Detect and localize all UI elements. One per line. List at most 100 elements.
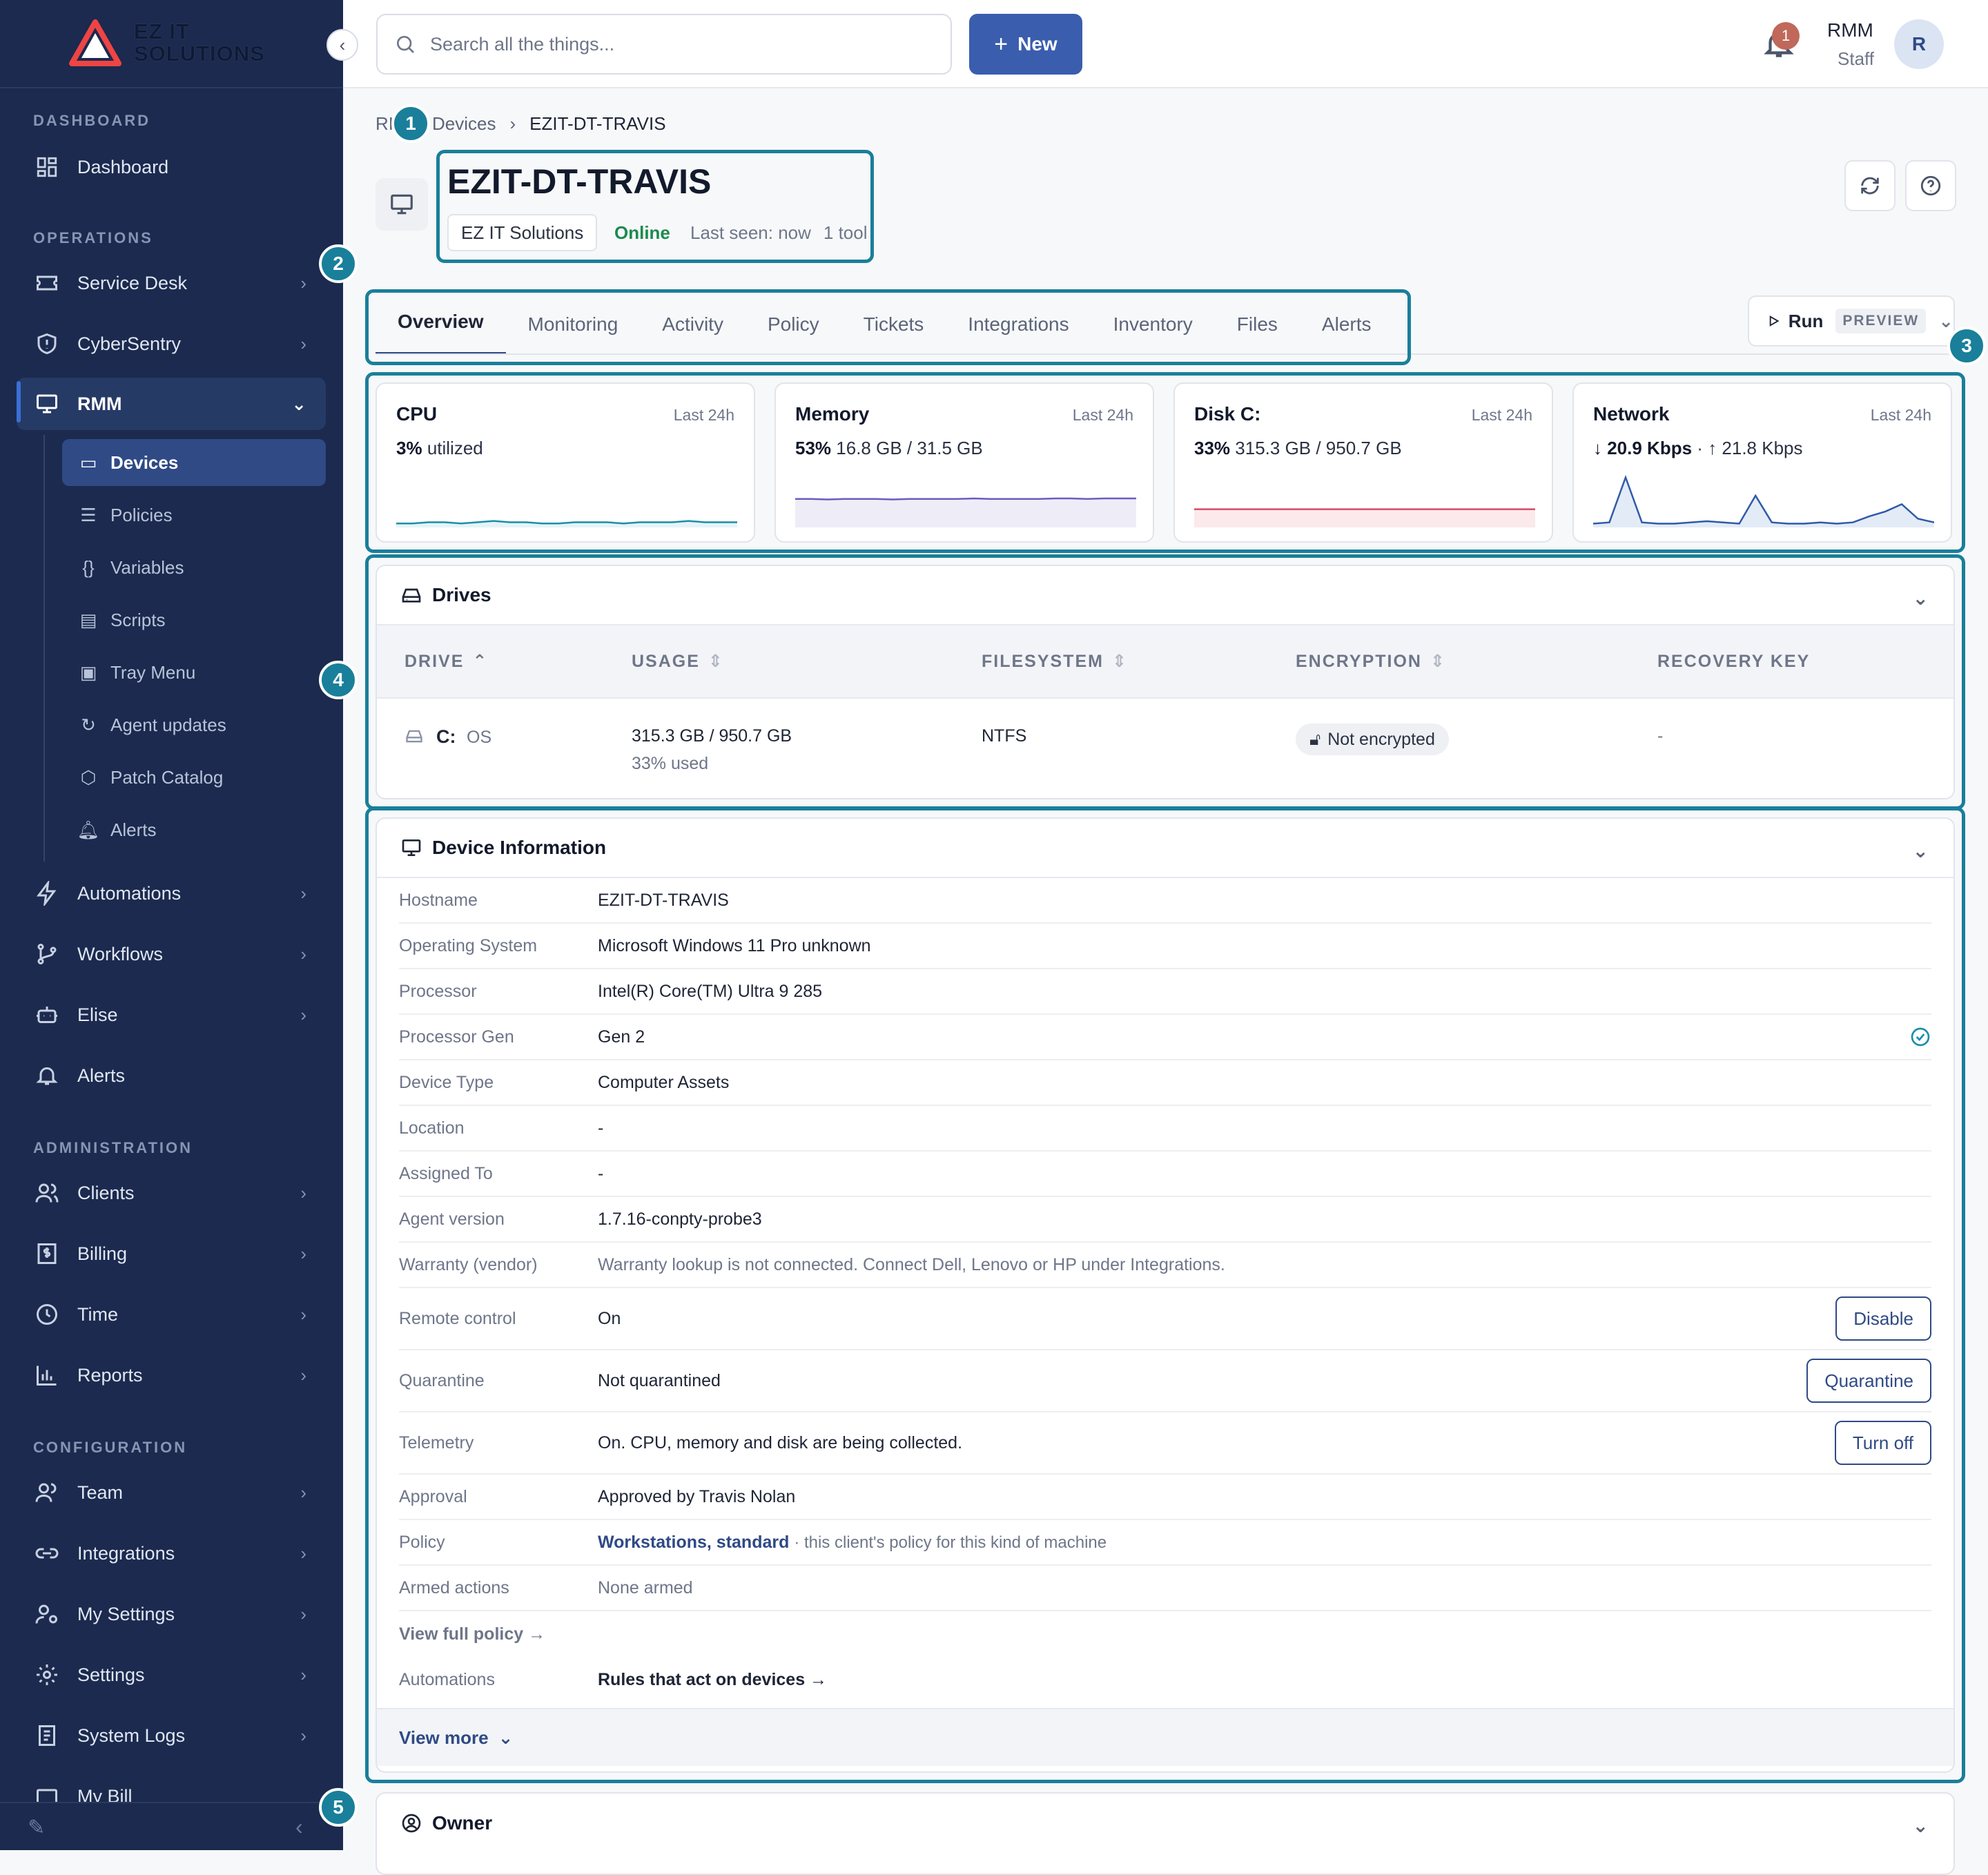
sidebar-item-alerts[interactable]: Alerts bbox=[17, 1049, 326, 1102]
braces-icon: {} bbox=[82, 556, 95, 578]
search-input[interactable] bbox=[430, 33, 927, 55]
scroll-icon bbox=[33, 1722, 61, 1749]
highlight-tabs bbox=[365, 289, 1411, 365]
section-configuration: CONFIGURATION bbox=[33, 1439, 188, 1456]
sidebar-subitem-alerts[interactable]: 🔔︎ Alerts bbox=[62, 806, 326, 853]
monitor-gear-icon bbox=[33, 390, 61, 418]
help-button[interactable] bbox=[1905, 160, 1956, 211]
owner-panel: Owner ⌄ bbox=[376, 1792, 1955, 1875]
chevron-right-icon: › bbox=[300, 1603, 306, 1624]
sidebar-collapse-button[interactable]: ‹ bbox=[327, 29, 358, 61]
sidebar-subitem-devices[interactable]: ▭ Devices bbox=[62, 439, 326, 486]
section-dashboard: DASHBOARD bbox=[33, 112, 150, 129]
chevron-right-icon: › bbox=[300, 1664, 306, 1685]
sidebar-label: System Logs bbox=[77, 1725, 186, 1746]
sidebar-subitem-agent-updates[interactable]: ↻ Agent updates bbox=[62, 701, 326, 748]
sidebar-subitem-tray-menu[interactable]: ▣ Tray Menu bbox=[62, 649, 326, 696]
sidebar-item-team[interactable]: Team › bbox=[17, 1466, 326, 1519]
run-button[interactable]: Run PREVIEW ⌄ bbox=[1748, 295, 1955, 347]
sidebar-subitem-variables[interactable]: {} Variables bbox=[62, 544, 326, 591]
bell-icon: 🔔︎ bbox=[77, 819, 100, 840]
sidebar-label: Time bbox=[77, 1303, 118, 1325]
sidebar-item-service-desk[interactable]: Service Desk › bbox=[17, 257, 326, 309]
sidebar-label: Dashboard bbox=[77, 156, 169, 177]
highlight-drives bbox=[365, 554, 1965, 810]
user-role: Staff bbox=[1838, 48, 1875, 69]
sidebar-subitem-patch-catalog[interactable]: ⬡ Patch Catalog bbox=[62, 754, 326, 801]
sidebar-label: Service Desk bbox=[77, 272, 188, 293]
sidebar-item-workflows[interactable]: Workflows › bbox=[17, 928, 326, 980]
breadcrumb-devices[interactable]: Devices bbox=[432, 113, 496, 135]
sidebar-subitem-scripts[interactable]: ▤ Scripts bbox=[62, 596, 326, 643]
sidebar-item-my-settings[interactable]: My Settings › bbox=[17, 1588, 326, 1640]
chevron-down-icon: ⌄ bbox=[291, 393, 306, 414]
sidebar-item-elise[interactable]: Elise › bbox=[17, 989, 326, 1041]
chevron-right-icon: › bbox=[300, 333, 306, 354]
highlight-header bbox=[436, 150, 874, 263]
brand-logo[interactable]: EZ IT SOLUTIONS bbox=[69, 17, 265, 69]
chevron-right-icon: › bbox=[300, 882, 306, 904]
new-button[interactable]: + New bbox=[969, 14, 1082, 75]
users-icon bbox=[33, 1179, 61, 1207]
sidebar-label: CyberSentry bbox=[77, 333, 182, 354]
preview-badge: PREVIEW bbox=[1835, 309, 1927, 333]
brand-line1: EZ IT bbox=[134, 19, 190, 43]
refresh-button[interactable] bbox=[1844, 160, 1896, 211]
search-icon bbox=[397, 36, 414, 53]
sub-label: Agent updates bbox=[110, 714, 226, 735]
sidebar-item-cybersentry[interactable]: CyberSentry › bbox=[17, 318, 326, 370]
sidebar-item-time[interactable]: Time › bbox=[17, 1288, 326, 1341]
chevron-down-icon[interactable]: ⌄ bbox=[1913, 1814, 1929, 1837]
sidebar-label: Billing bbox=[77, 1243, 128, 1264]
owner-title: Owner bbox=[432, 1812, 493, 1834]
user-name: RMM bbox=[1827, 19, 1873, 41]
avatar[interactable]: R bbox=[1894, 19, 1944, 69]
annotation-marker-5: 5 bbox=[319, 1788, 358, 1827]
sidebar-item-reports[interactable]: Reports › bbox=[17, 1349, 326, 1401]
sidebar-item-billing[interactable]: Billing › bbox=[17, 1227, 326, 1280]
sidebar-item-automations[interactable]: Automations › bbox=[17, 867, 326, 920]
sidebar-item-system-logs[interactable]: System Logs › bbox=[17, 1709, 326, 1762]
breadcrumb-current: EZIT-DT-TRAVIS bbox=[529, 113, 666, 134]
list-check-icon: ☰ bbox=[80, 504, 97, 525]
annotation-marker-1: 1 bbox=[391, 104, 430, 143]
chevron-right-icon: › bbox=[300, 1182, 306, 1203]
brand-line2: SOLUTIONS bbox=[134, 41, 265, 66]
robot-icon bbox=[33, 1001, 61, 1029]
monitor-icon bbox=[391, 194, 413, 215]
sub-label: Tray Menu bbox=[110, 661, 196, 683]
chevron-right-icon: › bbox=[300, 272, 306, 293]
chevron-right-icon: › bbox=[300, 943, 306, 964]
highlight-device-info bbox=[365, 807, 1965, 1783]
sidebar-label: Integrations bbox=[77, 1542, 175, 1564]
user-circle-icon bbox=[400, 1812, 422, 1834]
chevron-down-icon: ⌄ bbox=[1938, 310, 1953, 331]
sidebar-item-rmm[interactable]: RMM ⌄ bbox=[17, 378, 326, 430]
sidebar-label: Team bbox=[77, 1481, 124, 1503]
user-gear-icon bbox=[33, 1600, 61, 1628]
sub-label: Devices bbox=[110, 451, 179, 473]
pencil-icon[interactable]: ✎ bbox=[28, 1816, 45, 1840]
chevron-right-icon: › bbox=[300, 1364, 306, 1386]
sidebar-footer: ✎ ‹ bbox=[0, 1802, 343, 1850]
ticket-icon bbox=[33, 269, 61, 297]
sub-label: Alerts bbox=[110, 819, 157, 840]
sidebar-item-dashboard[interactable]: Dashboard bbox=[17, 141, 326, 193]
sidebar-label: Alerts bbox=[77, 1065, 126, 1086]
sidebar-subitem-policies[interactable]: ☰ Policies bbox=[62, 492, 326, 538]
users-icon bbox=[33, 1479, 61, 1506]
chevron-right-icon: › bbox=[300, 1303, 306, 1325]
chevron-right-icon: › bbox=[300, 1004, 306, 1025]
collapse-chevron-icon[interactable]: ‹ bbox=[295, 1814, 303, 1840]
sidebar-item-clients[interactable]: Clients › bbox=[17, 1167, 326, 1219]
grid-icon bbox=[33, 153, 61, 181]
search-box[interactable] bbox=[376, 14, 952, 75]
annotation-marker-3: 3 bbox=[1947, 327, 1986, 365]
chevron-left-icon: ‹ bbox=[339, 34, 346, 55]
chevron-right-icon: › bbox=[300, 1243, 306, 1264]
sidebar-item-integrations[interactable]: Integrations › bbox=[17, 1527, 326, 1580]
owner-header[interactable]: Owner ⌄ bbox=[377, 1794, 1953, 1853]
annotation-marker-2: 2 bbox=[319, 244, 358, 283]
sidebar-item-settings[interactable]: Settings › bbox=[17, 1649, 326, 1701]
sidebar-label: RMM bbox=[77, 393, 122, 414]
